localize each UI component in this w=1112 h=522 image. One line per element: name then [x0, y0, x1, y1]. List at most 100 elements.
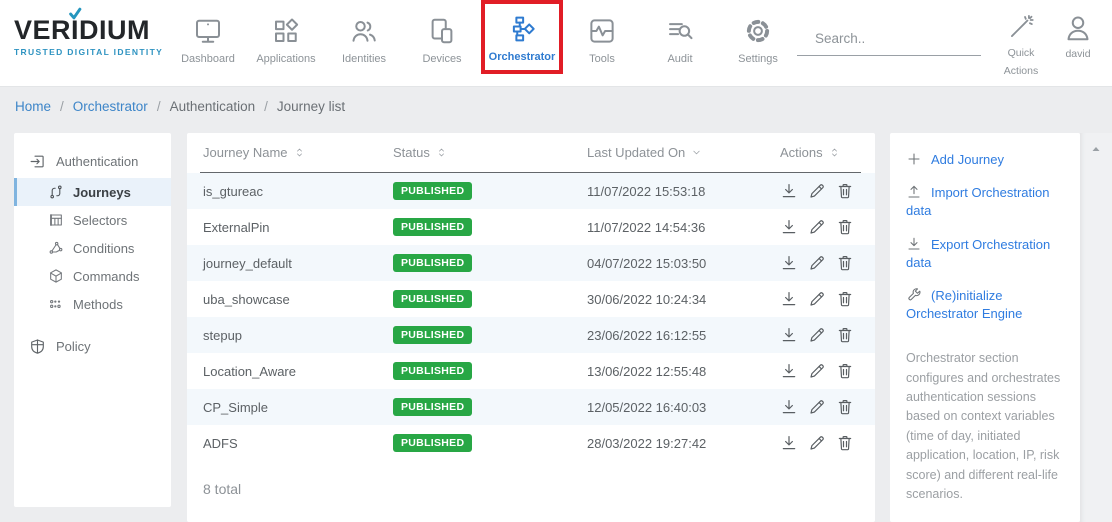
download-button[interactable]	[780, 182, 798, 200]
sidebar-section-authentication[interactable]: Authentication	[14, 145, 171, 178]
delete-button[interactable]	[836, 218, 854, 236]
add-journey-link[interactable]: Add Journey	[906, 151, 1064, 169]
trash-icon	[836, 290, 854, 308]
actions-side-panel: Add Journey Import Orchestration data Expo…	[890, 133, 1080, 522]
nav-item-audit[interactable]: Audit	[641, 0, 719, 65]
download-button[interactable]	[780, 326, 798, 344]
trash-icon	[836, 218, 854, 236]
user-name: david	[1065, 48, 1090, 60]
download-icon	[906, 236, 922, 252]
column-header-actions[interactable]: Actions	[780, 145, 861, 160]
edit-button[interactable]	[808, 362, 826, 380]
search-input[interactable]	[803, 29, 996, 46]
chevron-down-icon	[691, 146, 702, 159]
edit-button[interactable]	[808, 218, 826, 236]
download-button[interactable]	[780, 362, 798, 380]
sidebar-item-selectors[interactable]: Selectors	[14, 206, 171, 234]
journey-name-cell: uba_showcase	[203, 292, 393, 307]
delete-button[interactable]	[836, 290, 854, 308]
last-updated-cell: 04/07/2022 15:03:50	[587, 256, 780, 271]
journey-name-cell: ExternalPin	[203, 220, 393, 235]
breadcrumb-separator: /	[60, 99, 64, 114]
download-button[interactable]	[780, 398, 798, 416]
download-icon	[780, 362, 798, 380]
sidebar-item-commands[interactable]: Commands	[14, 262, 171, 290]
sort-icon	[436, 146, 447, 159]
nav-item-orchestrator[interactable]: Orchestrator	[481, 0, 563, 74]
nav-item-applications[interactable]: Applications	[247, 0, 325, 65]
breadcrumb-item[interactable]: Home	[15, 99, 51, 114]
delete-button[interactable]	[836, 326, 854, 344]
delete-button[interactable]	[836, 362, 854, 380]
dots-grid-icon	[48, 296, 64, 312]
column-header-status[interactable]: Status	[393, 145, 587, 160]
edit-button[interactable]	[808, 434, 826, 452]
nav-item-tools[interactable]: Tools	[563, 0, 641, 65]
delete-button[interactable]	[836, 254, 854, 272]
download-button[interactable]	[780, 434, 798, 452]
row-actions	[780, 362, 875, 380]
status-badge: PUBLISHED	[393, 254, 472, 272]
sidebar-section-policy[interactable]: Policy	[14, 330, 171, 363]
nav-item-identities[interactable]: Identities	[325, 0, 403, 65]
orchestrator-icon	[507, 14, 537, 44]
edit-button[interactable]	[808, 326, 826, 344]
download-icon	[780, 254, 798, 272]
row-actions	[780, 182, 875, 200]
last-updated-cell: 11/07/2022 14:54:36	[587, 220, 780, 235]
trash-icon	[836, 182, 854, 200]
nav-item-settings[interactable]: Settings	[719, 0, 797, 65]
panel-link-label: Import Orchestration data	[906, 185, 1050, 218]
user-menu[interactable]: david	[1051, 13, 1105, 60]
delete-button[interactable]	[836, 182, 854, 200]
last-updated-cell: 12/05/2022 16:40:03	[587, 400, 780, 415]
veridium-logo: VERIDIUM TRUSTED DIGITAL IDENTITY	[14, 17, 164, 57]
sidebar-item-conditions[interactable]: Conditions	[14, 234, 171, 262]
panel-link-label: Add Journey	[931, 152, 1004, 167]
edit-button[interactable]	[808, 182, 826, 200]
tools-icon	[587, 16, 617, 46]
column-header-label: Actions	[780, 145, 823, 160]
nav-item-dashboard[interactable]: Dashboard	[169, 0, 247, 65]
wrench-icon	[906, 287, 922, 303]
download-icon	[780, 218, 798, 236]
status-cell: PUBLISHED	[393, 290, 587, 308]
scroll-up-icon[interactable]	[1090, 143, 1102, 155]
column-header-journey-name[interactable]: Journey Name	[203, 145, 393, 160]
download-button[interactable]	[780, 254, 798, 272]
status-cell: PUBLISHED	[393, 254, 587, 272]
journey-name-cell: Location_Aware	[203, 364, 393, 379]
sidebar-item-methods[interactable]: Methods	[14, 290, 171, 318]
delete-button[interactable]	[836, 434, 854, 452]
nav-item-label: Settings	[719, 53, 797, 65]
edit-button[interactable]	[808, 398, 826, 416]
sidebar-item-journeys[interactable]: Journeys	[14, 178, 171, 206]
column-header-last-updated-on[interactable]: Last Updated On	[587, 145, 780, 160]
scrollbar-track[interactable]	[1080, 133, 1112, 522]
download-button[interactable]	[780, 218, 798, 236]
export-orchestration-data-link[interactable]: Export Orchestration data	[906, 236, 1064, 272]
sidebar: AuthenticationJourneysSelectorsCondition…	[14, 133, 171, 507]
nav-item-label: Applications	[247, 53, 325, 65]
status-badge: PUBLISHED	[393, 182, 472, 200]
breadcrumb-item[interactable]: Orchestrator	[73, 99, 148, 114]
row-actions	[780, 326, 875, 344]
table-body: is_gtureacPUBLISHED11/07/2022 15:53:18Ex…	[187, 173, 875, 461]
delete-button[interactable]	[836, 398, 854, 416]
pencil-icon	[808, 182, 826, 200]
import-orchestration-data-link[interactable]: Import Orchestration data	[906, 184, 1064, 220]
quick-actions-button[interactable]: Quick Actions	[994, 13, 1048, 81]
download-button[interactable]	[780, 290, 798, 308]
last-updated-cell: 13/06/2022 12:55:48	[587, 364, 780, 379]
edit-button[interactable]	[808, 254, 826, 272]
nav-item-devices[interactable]: Devices	[403, 0, 481, 65]
edit-button[interactable]	[808, 290, 826, 308]
table-row: CP_SimplePUBLISHED12/05/2022 16:40:03	[187, 389, 875, 425]
table-row: uba_showcasePUBLISHED30/06/2022 10:24:34	[187, 281, 875, 317]
audit-icon	[665, 16, 695, 46]
reinitialize-orchestrator-engine-link[interactable]: (Re)initialize Orchestrator Engine	[906, 287, 1064, 323]
status-cell: PUBLISHED	[393, 182, 587, 200]
nav-item-label: Audit	[641, 53, 719, 65]
app-window: VERIDIUM TRUSTED DIGITAL IDENTITY Dashbo…	[0, 0, 1112, 522]
sort-icon	[294, 146, 305, 159]
